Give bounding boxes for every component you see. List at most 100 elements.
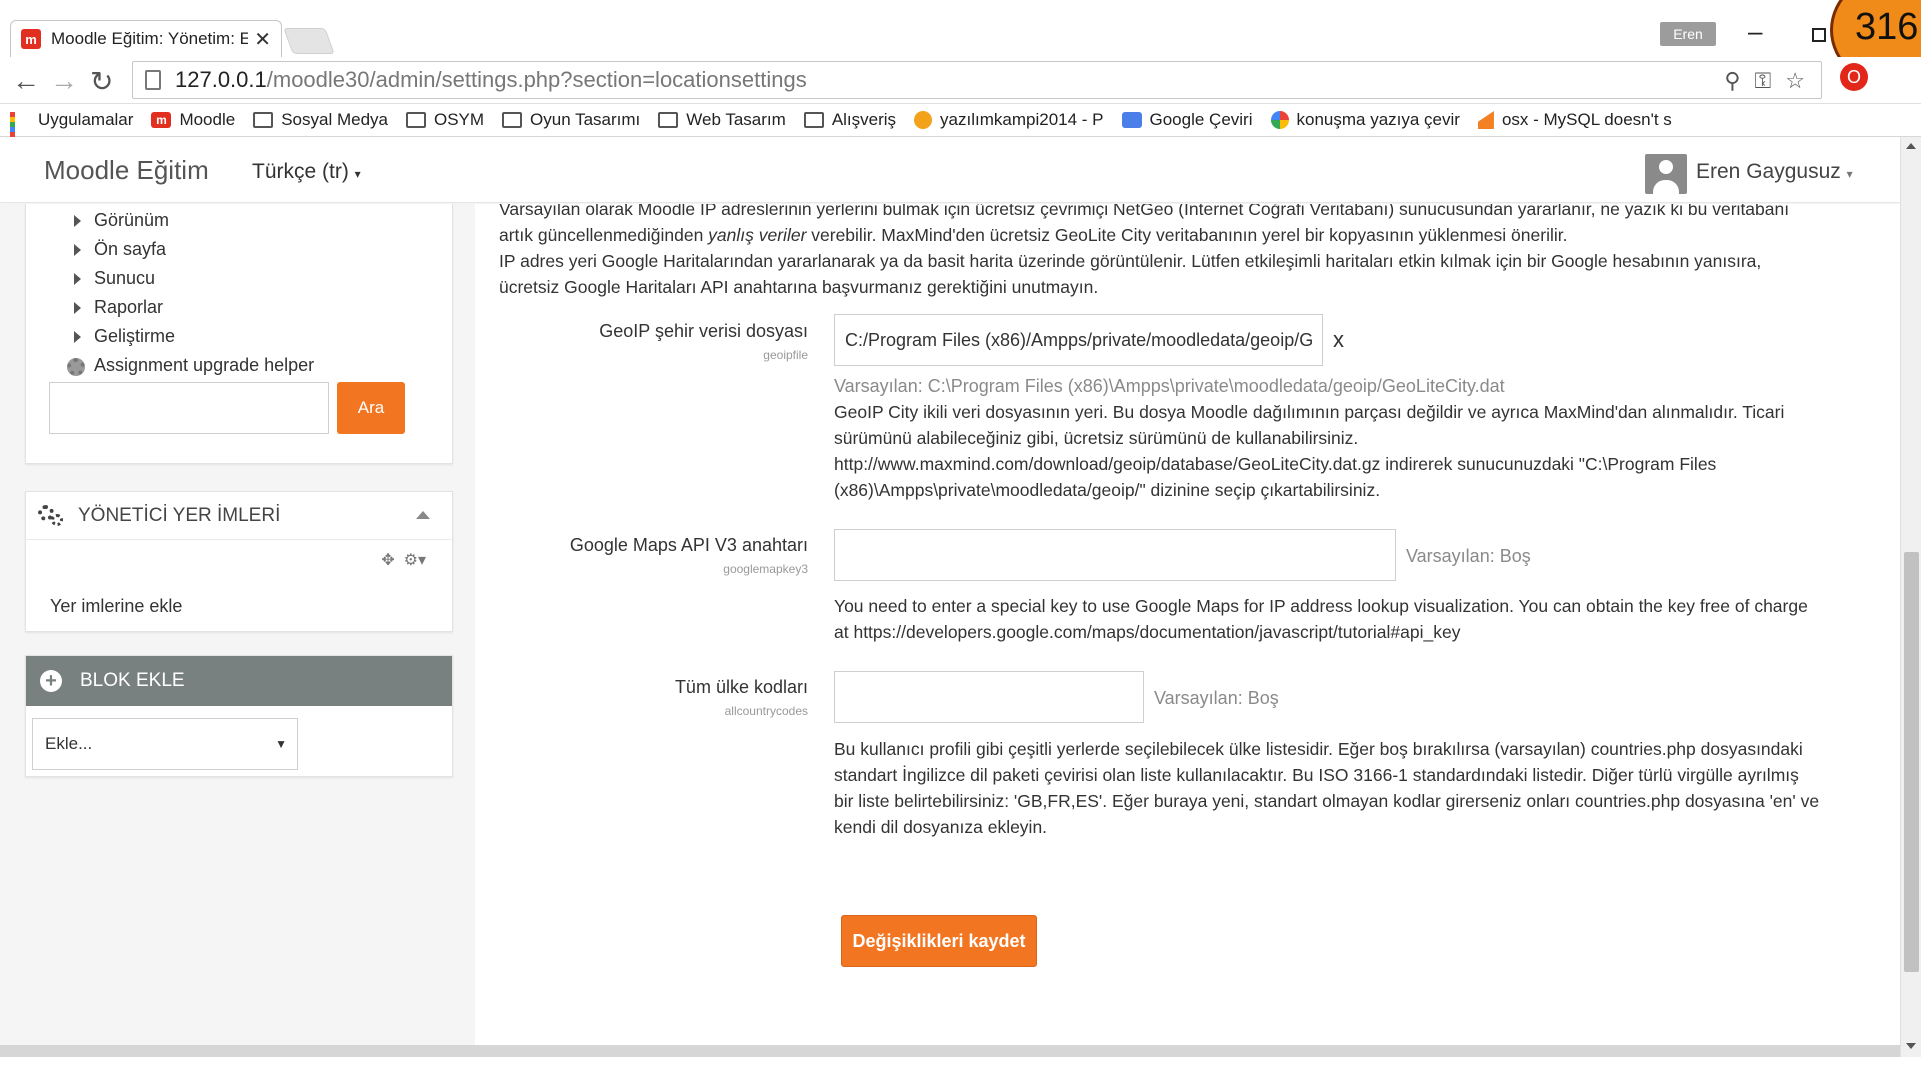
section-intro: Varsayılan olarak Moodle IP adreslerinin… xyxy=(499,204,1889,300)
bookmark-folder[interactable]: Web Tasarım xyxy=(658,110,786,130)
collapse-icon[interactable] xyxy=(416,511,430,519)
caret-right-icon xyxy=(74,244,81,256)
search-button[interactable]: Ara xyxy=(337,382,405,434)
folder-icon xyxy=(502,112,523,128)
forward-arrow-icon[interactable]: → xyxy=(50,65,78,97)
block-header: YÖNETİCİ YER İMLERİ xyxy=(26,492,452,540)
bookmark-folder[interactable]: Oyun Tasarımı xyxy=(502,110,640,130)
bookmark-link[interactable]: konuşma yazıya çevir xyxy=(1270,110,1460,130)
select-value: Ekle... xyxy=(45,734,93,753)
bookmark-folder[interactable]: Sosyal Medya xyxy=(253,110,388,130)
vertical-scrollbar[interactable] xyxy=(1900,137,1921,1057)
google-icon xyxy=(1270,111,1289,129)
scroll-up-icon[interactable] xyxy=(1906,143,1916,149)
nav-item-on-sayfa[interactable]: Ön sayfa xyxy=(26,235,452,264)
nav-item-label: Assignment upgrade helper xyxy=(94,355,315,375)
language-menu[interactable]: Türkçe (tr) ▾ xyxy=(252,160,361,184)
bookmark-label: OSYM xyxy=(433,110,485,129)
intro-line: artık güncellenmediğinden yanlış veriler… xyxy=(499,225,1568,245)
browser-tab[interactable]: m Moodle Eğitim: Yönetim: E ✕ xyxy=(10,20,282,57)
scroll-thumb[interactable] xyxy=(1904,552,1919,972)
zoom-icon[interactable]: ⚲ xyxy=(1724,68,1740,94)
add-block-select[interactable]: Ekle... ▼ xyxy=(32,718,298,770)
nav-item-assignment-helper[interactable]: Assignment upgrade helper xyxy=(26,351,452,380)
avatar[interactable] xyxy=(1645,154,1687,194)
moodle-favicon-icon: m xyxy=(21,29,41,49)
bottom-strip xyxy=(0,1057,1921,1080)
bookmark-link[interactable]: Google Çeviri xyxy=(1121,110,1253,130)
nav-item-gelistirme[interactable]: Geliştirme xyxy=(26,322,452,351)
countries-label: Tüm ülke kodları xyxy=(674,677,808,697)
bookmark-link[interactable]: osx - MySQL doesn't s xyxy=(1477,110,1672,130)
block-actions: ✥ ⚙▾ xyxy=(381,550,426,570)
nav-item-label: Görünüm xyxy=(94,210,170,230)
user-menu[interactable]: Eren Gaygusuz ▾ xyxy=(1696,160,1853,184)
counter-badge-text: 316 xyxy=(1855,6,1919,48)
page-body: Görünüm Ön sayfa Sunucu Raporlar Gelişti… xyxy=(0,204,1900,1045)
folder-icon xyxy=(658,112,679,128)
browser-tab-strip: m Moodle Eğitim: Yönetim: E ✕ Eren – 316 xyxy=(0,0,1921,90)
dropdown-arrow-icon: ▼ xyxy=(275,737,287,751)
nav-item-sunucu[interactable]: Sunucu xyxy=(26,264,452,293)
bookmark-star-icon[interactable]: ☆ xyxy=(1785,68,1805,94)
address-bar[interactable]: 127.0.0.1/moodle30/admin/settings.php?se… xyxy=(132,61,1822,99)
block-title: BLOK EKLE xyxy=(80,670,185,691)
google-translate-icon xyxy=(1121,112,1142,128)
add-bookmark-link[interactable]: Yer imlerine ekle xyxy=(50,596,182,617)
desc-line: (x86)\Ampps\private\moodledata/geoip/" d… xyxy=(834,480,1381,500)
bookmark-apps[interactable]: Uygulamalar xyxy=(10,110,133,157)
googlemap-key-input[interactable] xyxy=(834,529,1396,581)
key-icon[interactable]: ⚿ xyxy=(1755,68,1772,94)
save-changes-button[interactable]: Değişiklikleri kaydet xyxy=(841,915,1037,967)
back-arrow-icon[interactable]: ← xyxy=(12,65,40,97)
gear-menu-icon[interactable]: ⚙▾ xyxy=(404,552,426,569)
clear-icon[interactable]: x xyxy=(1333,327,1344,353)
geoip-file-input[interactable]: C:/Program Files (x86)/Ampps/private/moo… xyxy=(834,314,1323,366)
block-header: + BLOK EKLE xyxy=(26,656,452,706)
apps-icon xyxy=(10,112,30,157)
input-value: C:/Program Files (x86)/Ampps/private/moo… xyxy=(845,329,1314,350)
opera-extension-icon[interactable]: O xyxy=(1840,63,1868,91)
horizontal-scrollbar[interactable] xyxy=(0,1045,1900,1057)
bookmark-moodle[interactable]: m Moodle xyxy=(151,110,235,130)
settings-content: Varsayılan olarak Moodle IP adreslerinin… xyxy=(475,204,1900,1045)
bookmark-label: osx - MySQL doesn't s xyxy=(1501,110,1672,129)
nav-item-gorunum[interactable]: Görünüm xyxy=(26,206,452,235)
caret-down-icon: ▾ xyxy=(354,167,361,181)
bookmark-folder[interactable]: OSYM xyxy=(405,110,485,130)
bookmark-label: Moodle xyxy=(179,110,236,129)
add-block-block: + BLOK EKLE Ekle... ▼ xyxy=(25,655,453,777)
address-bar-icons: ⚲ ⚿ ☆ xyxy=(1724,68,1805,94)
stackoverflow-icon xyxy=(1477,111,1494,129)
window-user-badge[interactable]: Eren xyxy=(1660,22,1716,46)
geoip-key: geoipfile xyxy=(763,348,808,362)
restore-icon[interactable] xyxy=(1812,28,1826,42)
site-brand[interactable]: Moodle Eğitim xyxy=(44,155,209,186)
bookmark-link[interactable]: yazılımkampi2014 - P xyxy=(914,110,1104,130)
bookmark-folder[interactable]: Alışveriş xyxy=(803,110,896,130)
googlemap-label: Google Maps API V3 anahtarı xyxy=(569,535,808,555)
admin-search-input[interactable] xyxy=(49,382,329,434)
folder-icon xyxy=(405,112,426,128)
moodle-icon: m xyxy=(151,112,172,128)
plus-circle-icon: + xyxy=(40,670,62,692)
url-path: /moodle30/admin/settings.php?section=loc… xyxy=(266,67,807,92)
desc-line: bir liste belirtebilirsiniz: 'GB,FR,ES'.… xyxy=(834,791,1820,811)
tiger-icon xyxy=(914,111,933,129)
admin-navigation-block: Görünüm Ön sayfa Sunucu Raporlar Gelişti… xyxy=(25,204,453,464)
scroll-down-icon[interactable] xyxy=(1906,1043,1916,1049)
folder-icon xyxy=(253,112,274,128)
nav-item-label: Geliştirme xyxy=(94,326,176,346)
tab-close-icon[interactable]: ✕ xyxy=(254,27,271,52)
googlemap-default: Varsayılan: Boş xyxy=(1406,546,1531,566)
minimize-icon[interactable]: – xyxy=(1748,16,1762,47)
move-icon[interactable]: ✥ xyxy=(381,552,394,569)
desc-line: kendi dil dosyanıza ekleyin. xyxy=(834,817,1048,837)
new-tab-button[interactable] xyxy=(283,28,335,54)
reload-icon[interactable]: ↻ xyxy=(90,65,113,98)
intro-line: ücretsiz Google Haritaları API anahtarın… xyxy=(499,277,1099,297)
country-codes-input[interactable] xyxy=(834,671,1144,723)
nav-item-raporlar[interactable]: Raporlar xyxy=(26,293,452,322)
bookmark-label: Web Tasarım xyxy=(686,110,786,129)
bookmark-label: Google Çeviri xyxy=(1149,110,1253,129)
